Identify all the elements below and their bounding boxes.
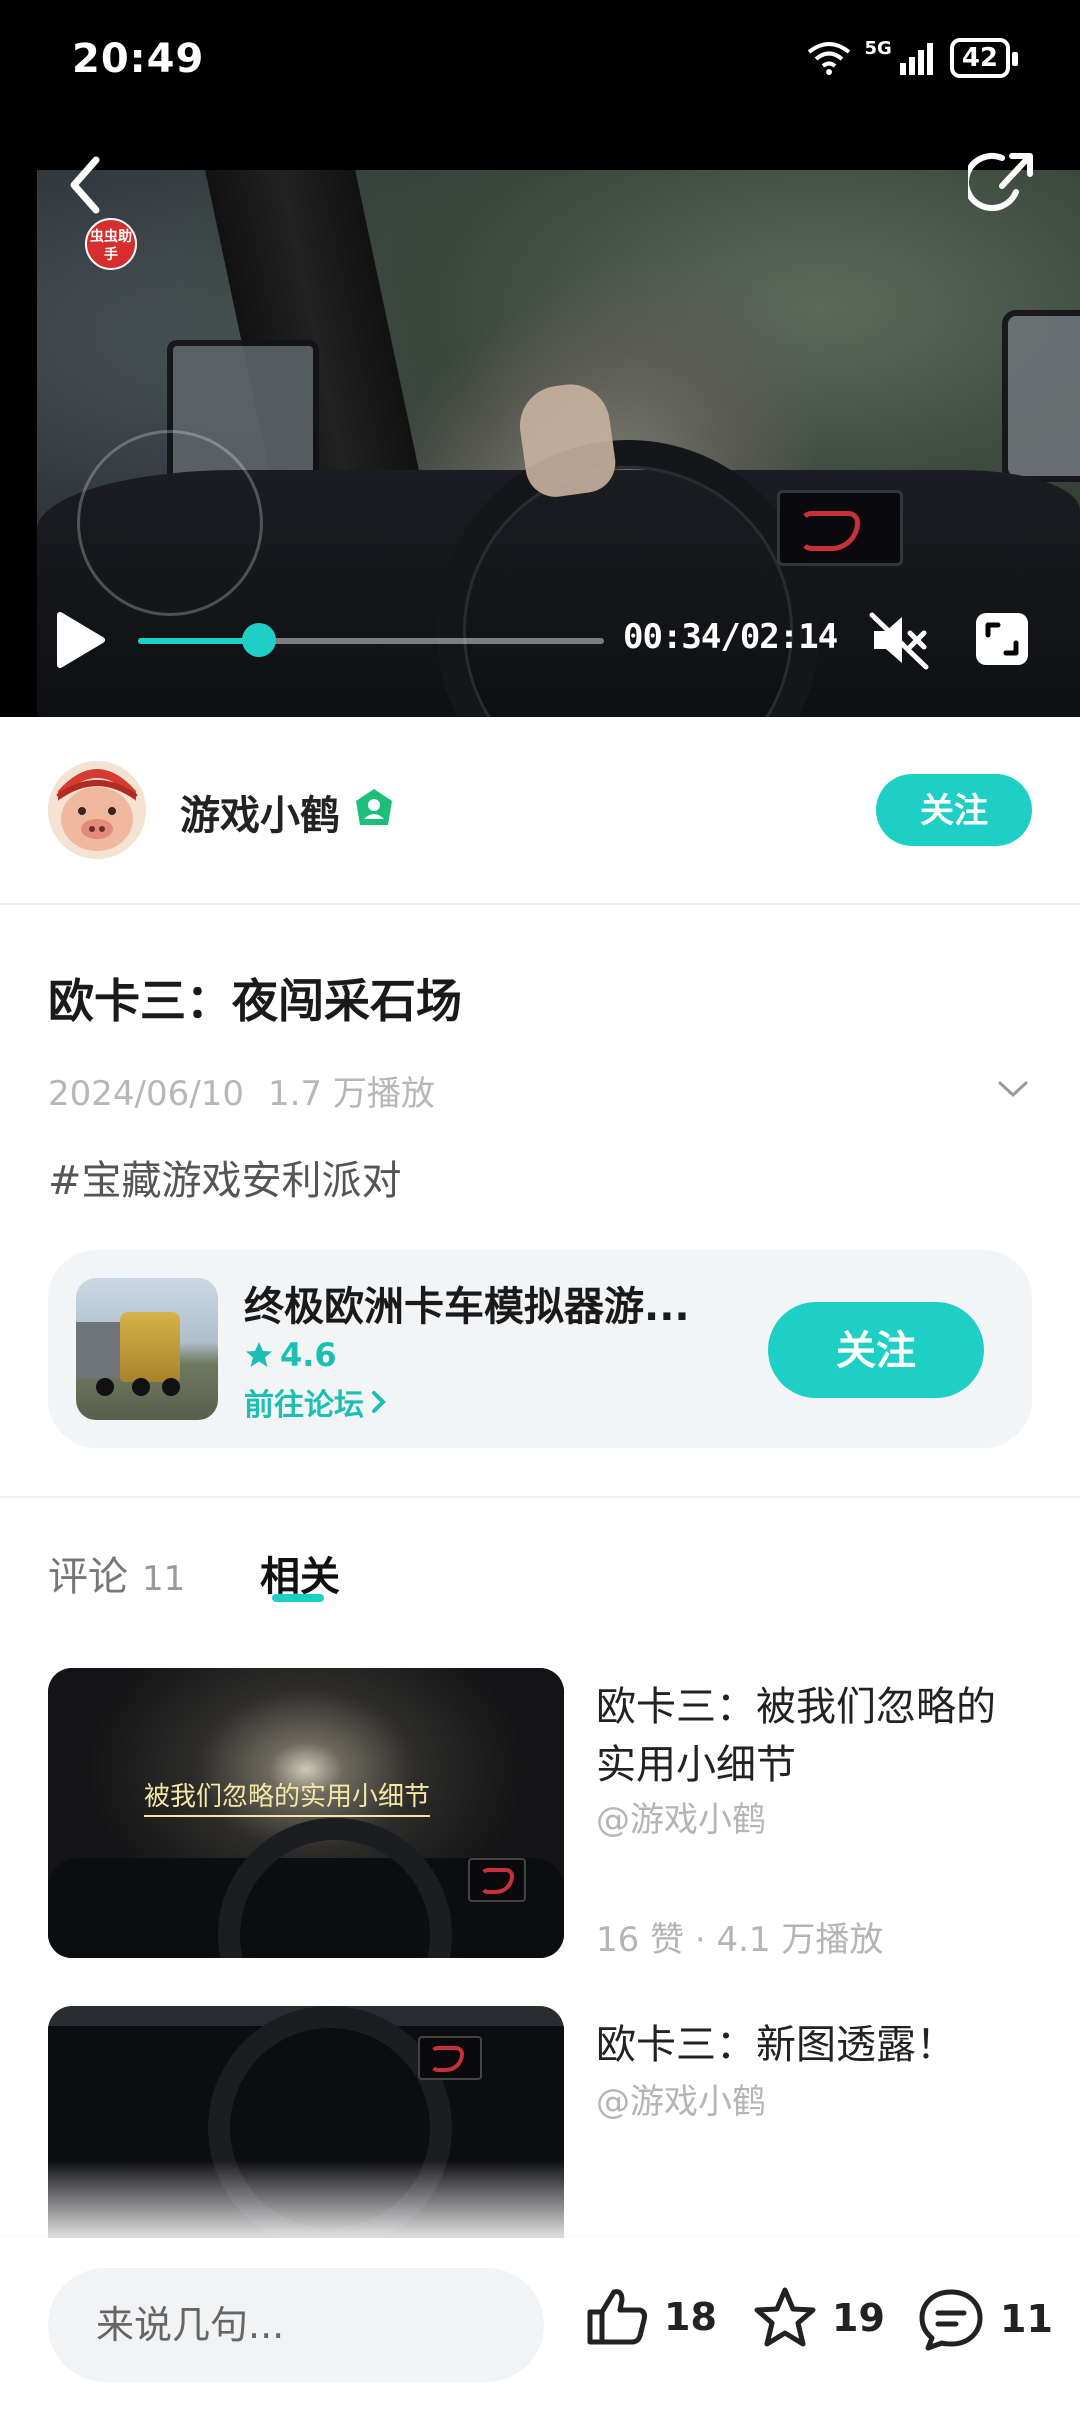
avatar[interactable] — [48, 761, 146, 859]
video-controls: 00:34/02:14 — [0, 595, 1080, 685]
fullscreen-icon[interactable] — [974, 611, 1030, 667]
video-nav-screen — [777, 490, 903, 566]
signal-icon — [899, 43, 933, 75]
bottom-action-bar: 18 19 11 — [0, 2238, 1080, 2412]
post-title: 欧卡三：夜闯采石场 — [48, 974, 462, 1028]
post-views: 1.7 万播放 — [267, 1074, 435, 1114]
network-label: 5G — [864, 38, 892, 59]
author-name[interactable]: 游戏小鹤 — [180, 783, 340, 841]
thumbnail-caption: 被我们忽略的实用小细节 — [144, 1776, 431, 1817]
related-thumbnail: 被我们忽略的实用小细节 — [48, 1668, 564, 1958]
related-author: @游戏小鹤 — [596, 1800, 766, 1840]
battery-indicator: 42 — [949, 38, 1019, 78]
game-name: 终极欧洲卡车模拟器游... — [244, 1284, 690, 1330]
wifi-icon — [807, 42, 850, 75]
tab-comments[interactable]: 评论 11 — [48, 1544, 185, 1602]
favorite-button[interactable]: 19 — [752, 2286, 885, 2350]
video-right-window — [1002, 310, 1080, 482]
game-rating: 4.6 — [244, 1336, 337, 1374]
game-forum-label: 前往论坛 — [244, 1388, 364, 1423]
tab-comments-count: 11 — [142, 1559, 186, 1599]
game-thumbnail — [76, 1278, 218, 1420]
comment-input[interactable] — [48, 2268, 544, 2382]
related-author: @游戏小鹤 — [596, 2082, 766, 2122]
back-icon[interactable] — [58, 150, 118, 220]
tab-comments-label: 评论 — [48, 1554, 128, 1600]
comment-button[interactable]: 11 — [916, 2286, 1053, 2352]
author-row: 游戏小鹤 关注 — [0, 717, 1080, 905]
star-icon — [246, 1342, 272, 1367]
progress-thumb[interactable] — [242, 623, 277, 657]
chevron-right-icon — [372, 1391, 386, 1413]
nav-screen — [418, 2036, 482, 2080]
status-icons: 5G 42 — [807, 38, 1019, 78]
progress-fill — [138, 638, 260, 644]
video-onscreen-wheel-control — [77, 430, 263, 616]
truck-cab — [120, 1312, 180, 1382]
time-readout: 00:34/02:14 — [623, 617, 838, 657]
mute-icon[interactable] — [868, 609, 932, 671]
game-card[interactable]: 终极欧洲卡车模拟器游... 4.6 前往论坛 关注 — [48, 1250, 1032, 1448]
related-stats: 16 赞 · 4.1 万播放 — [596, 1920, 884, 1960]
nav-screen — [468, 1858, 526, 1902]
post-date: 2024/06/10 — [48, 1074, 244, 1114]
truck-wheel — [132, 1378, 150, 1396]
status-time: 20:49 — [72, 36, 205, 82]
post-meta: 2024/06/10 1.7 万播放 — [48, 1066, 435, 1115]
comment-count: 11 — [1000, 2297, 1053, 2341]
truck-wheel — [162, 1378, 180, 1396]
avatar-image — [48, 761, 146, 859]
related-item[interactable]: 被我们忽略的实用小细节 欧卡三：被我们忽略的实用小细节 @游戏小鹤 16 赞 ·… — [48, 1668, 1032, 1968]
play-icon[interactable] — [52, 609, 108, 671]
post-hashtag[interactable]: #宝藏游戏安利派对 — [48, 1148, 402, 1206]
verified-icon — [356, 789, 392, 825]
star-outline-icon — [754, 2287, 816, 2347]
tab-active-indicator — [272, 1594, 324, 1602]
progress-bar[interactable] — [138, 623, 604, 657]
truck-wheel — [96, 1378, 114, 1396]
section-divider — [0, 1496, 1080, 1498]
related-title: 欧卡三：新图透露！ — [596, 2022, 956, 2068]
game-forum-link[interactable]: 前往论坛 — [244, 1380, 388, 1424]
related-title: 欧卡三：被我们忽略的实用小细节 — [596, 1684, 996, 1788]
battery-level: 42 — [961, 43, 998, 73]
scroll-fade — [0, 2160, 1080, 2240]
follow-game-button[interactable]: 关注 — [768, 1302, 984, 1398]
comment-icon — [919, 2289, 983, 2351]
share-icon[interactable] — [968, 148, 1038, 218]
chevron-down-icon[interactable] — [996, 1078, 1030, 1100]
app-badge: 虫虫助手 — [85, 218, 137, 270]
follow-author-button[interactable]: 关注 — [876, 774, 1032, 846]
thumbs-up-icon — [587, 2289, 647, 2345]
like-count: 18 — [664, 2295, 717, 2339]
game-rating-value: 4.6 — [280, 1336, 337, 1374]
status-bar: 20:49 5G 42 — [0, 0, 1080, 120]
like-button[interactable]: 18 — [584, 2286, 717, 2348]
favorite-count: 19 — [832, 2296, 885, 2340]
